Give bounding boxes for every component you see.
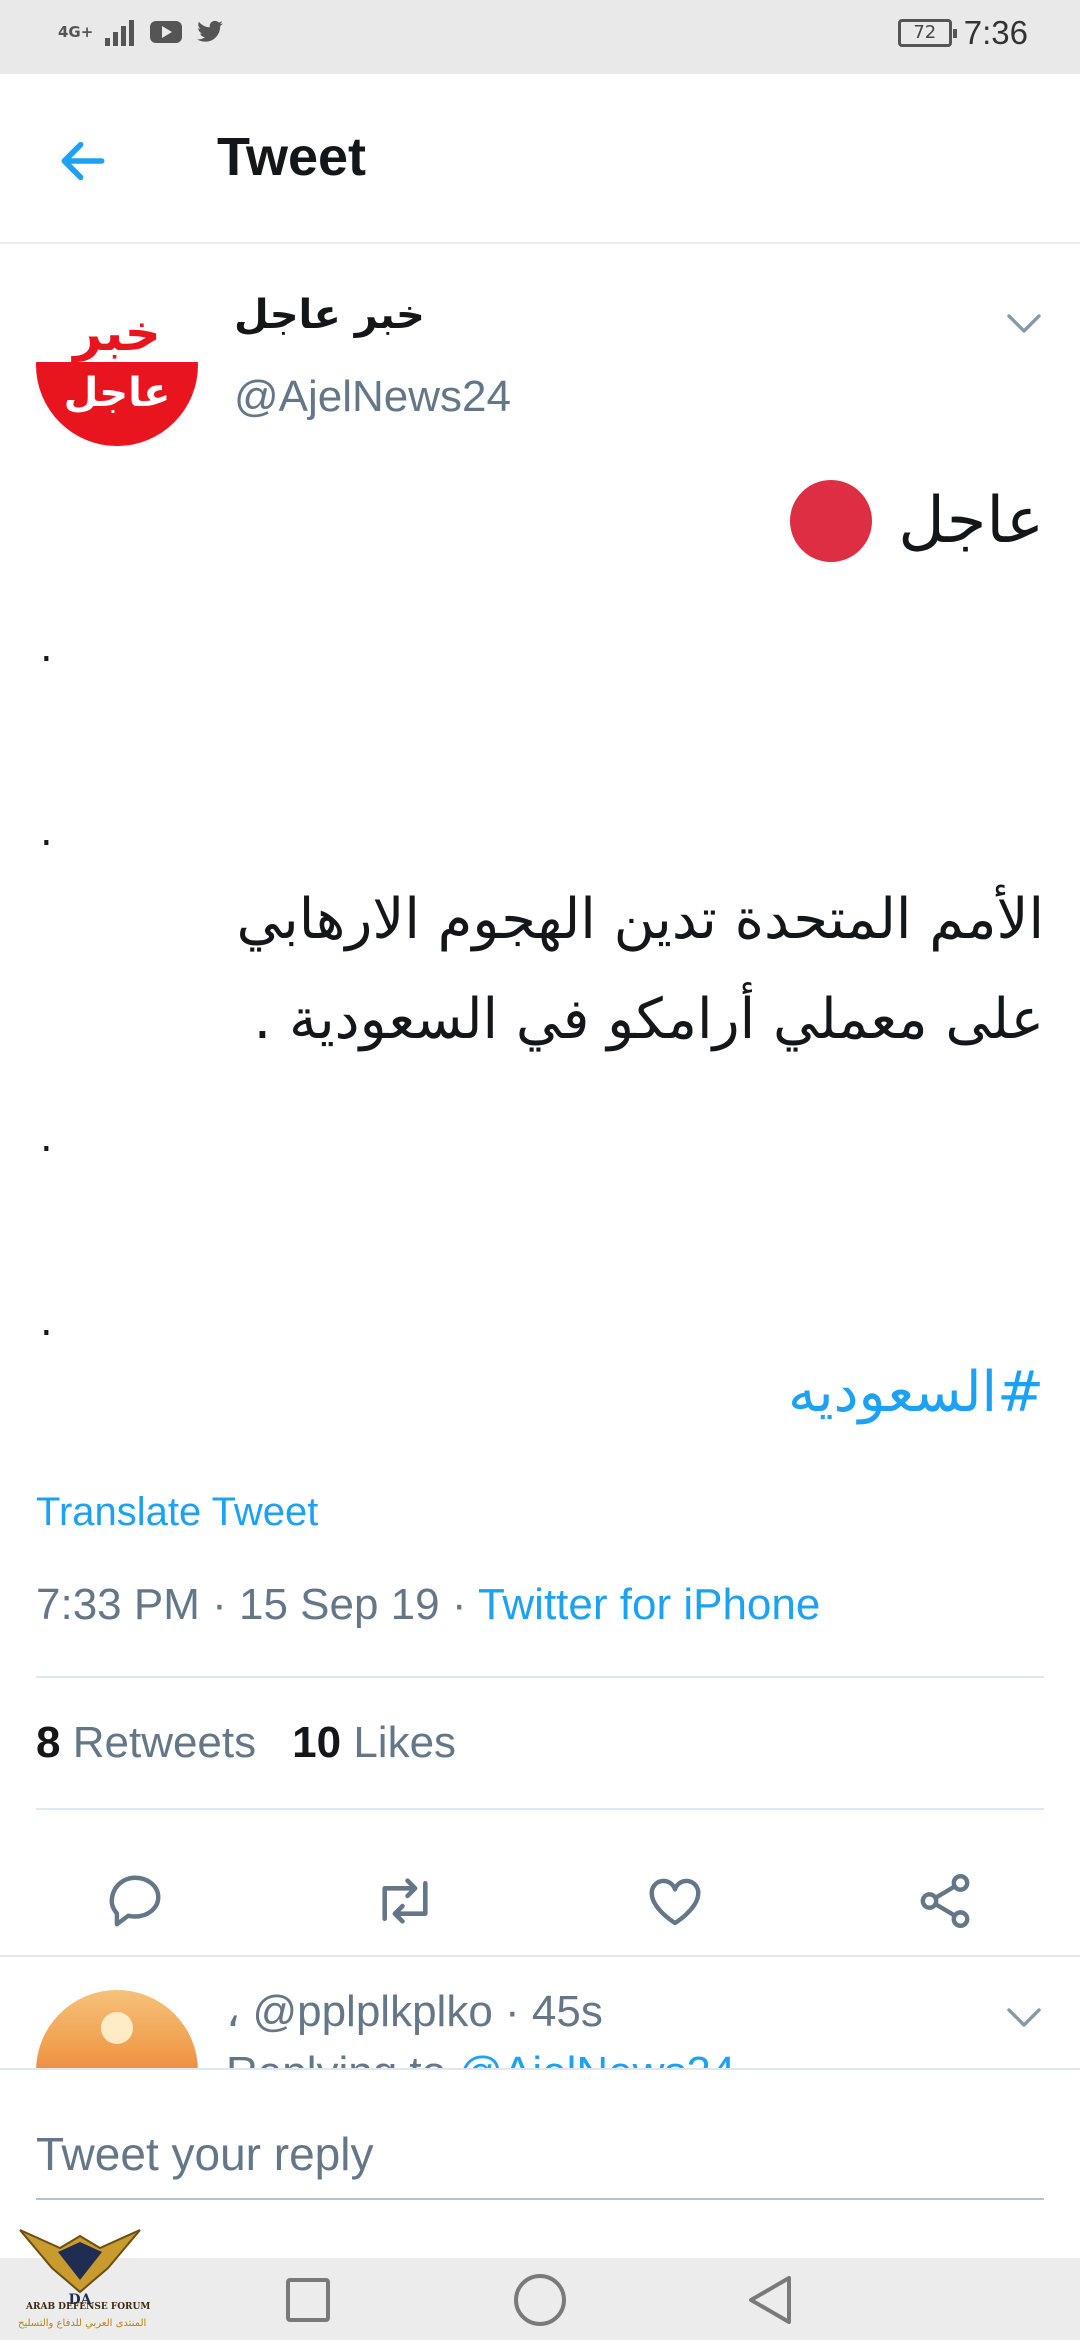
author-avatar[interactable]: خبر عاجل	[36, 284, 198, 446]
section-divider	[0, 1955, 1080, 1957]
like-button[interactable]	[640, 1866, 710, 1936]
eagle-logo-icon: DA	[19, 2229, 141, 2308]
status-right: 72 7:36	[897, 14, 1028, 52]
news-logo-icon: خبر عاجل	[36, 284, 198, 446]
tweet-meta: 7:33 PM · 15 Sep 19 · Twitter for iPhone	[36, 1580, 820, 1630]
author-name[interactable]: خبر عاجل	[234, 292, 425, 338]
divider	[36, 1676, 1044, 1678]
tweet-actions	[0, 1846, 1080, 1956]
reply-composer	[0, 2068, 1080, 2258]
page-title: Tweet	[217, 127, 367, 187]
arrow-left-icon	[61, 141, 105, 181]
app-header: Tweet	[0, 74, 1080, 244]
retweet-button[interactable]	[370, 1866, 440, 1936]
reply-menu-button[interactable]	[1002, 1996, 1046, 2040]
author-handle[interactable]: @AjelNews24	[234, 372, 511, 422]
triangle-back-icon	[749, 2276, 791, 2324]
logo-text-khabar: خبر	[70, 304, 161, 363]
reply-age: 45s	[531, 1987, 603, 2036]
reply-button[interactable]	[100, 1866, 170, 1936]
signal-icon	[105, 20, 135, 46]
tweet-text: الأمم المتحدة تدين الهجوم الارهابي على م…	[36, 870, 1044, 1070]
meta-separator: ·	[212, 1580, 239, 1629]
battery-level: 72	[913, 22, 937, 43]
youtube-icon	[150, 21, 183, 43]
logo-text-ajel: عاجل	[64, 370, 171, 416]
divider	[36, 1808, 1044, 1810]
replying-to-prefix: Replying to	[226, 2048, 446, 2070]
bullet-dot: .	[40, 1115, 53, 1161]
share-button[interactable]	[910, 1866, 980, 1936]
recents-button[interactable]	[276, 2268, 340, 2332]
tweet-time: 7:33 PM	[36, 1580, 200, 1629]
reply-comma: ،	[226, 1987, 241, 2036]
heart-icon	[649, 1878, 701, 1926]
translate-tweet-link[interactable]: Translate Tweet	[36, 1490, 318, 1535]
retweets-stat[interactable]: 8 Retweets	[36, 1718, 256, 1767]
tweet-menu-button[interactable]	[1002, 302, 1046, 346]
retweet-count: 8	[36, 1718, 61, 1767]
home-button[interactable]	[508, 2268, 572, 2332]
tweet-stats: 8 Retweets 10 Likes	[36, 1718, 456, 1768]
chevron-down-icon	[1007, 314, 1041, 333]
tweet-source-link[interactable]: Twitter for iPhone	[478, 1580, 820, 1629]
meta-separator: ·	[505, 1987, 532, 2036]
urgent-line: عاجل	[790, 480, 1044, 562]
meta-separator: ·	[451, 1580, 478, 1629]
back-nav-button[interactable]	[738, 2268, 802, 2332]
bullet-dot: .	[40, 809, 53, 855]
watermark-name: ARAB DEFENSE FORUM	[26, 2302, 151, 2312]
watermark-arabic: المنتدى العربي للدفاع والتسليح	[18, 2318, 147, 2329]
reply-handle[interactable]: @pplplkplko	[252, 1987, 492, 2036]
like-count: 10	[292, 1718, 342, 1767]
urgent-label: عاجل	[898, 484, 1044, 558]
tweet-text-line: الأمم المتحدة تدين الهجوم الارهابي	[236, 887, 1044, 952]
bullet-dot: .	[40, 1299, 53, 1345]
retweet-label: Retweets	[72, 1718, 257, 1767]
hashtag-link[interactable]: #السعوديه	[788, 1360, 1044, 1425]
chevron-down-icon	[1007, 2008, 1041, 2027]
replying-to-link[interactable]: @AjelNews24	[458, 2048, 735, 2070]
likes-stat[interactable]: 10 Likes	[292, 1718, 456, 1767]
like-label: Likes	[353, 1718, 457, 1767]
reply-meta: ، @pplplkplko · 45s	[226, 1986, 603, 2037]
battery-icon: 72	[897, 19, 957, 47]
reply-icon	[109, 1875, 161, 1927]
back-button[interactable]	[48, 126, 118, 196]
twitter-bird-icon	[197, 20, 224, 42]
network-type: 4G+	[58, 22, 94, 41]
tweet-text-line: على معملي أرامكو في السعودية .	[253, 987, 1044, 1052]
system-nav-bar	[0, 2258, 1080, 2340]
share-icon	[920, 1874, 970, 1928]
status-time: 7:36	[963, 14, 1028, 51]
replying-to: Replying to @AjelNews24	[226, 2048, 735, 2070]
retweet-icon	[382, 1878, 428, 1924]
reply-input[interactable]	[36, 2110, 1044, 2200]
square-icon	[286, 2278, 330, 2322]
red-circle-icon	[790, 480, 873, 562]
status-bar: 4G+ 72 7:36	[0, 0, 1080, 74]
circle-icon	[514, 2274, 566, 2326]
status-icons: 4G+	[58, 18, 227, 46]
tweet-date: 15 Sep 19	[239, 1580, 440, 1629]
bullet-dot: .	[40, 625, 53, 671]
forum-watermark: DA ARAB DEFENSE FORUM المنتدى العربي للد…	[0, 2208, 160, 2340]
